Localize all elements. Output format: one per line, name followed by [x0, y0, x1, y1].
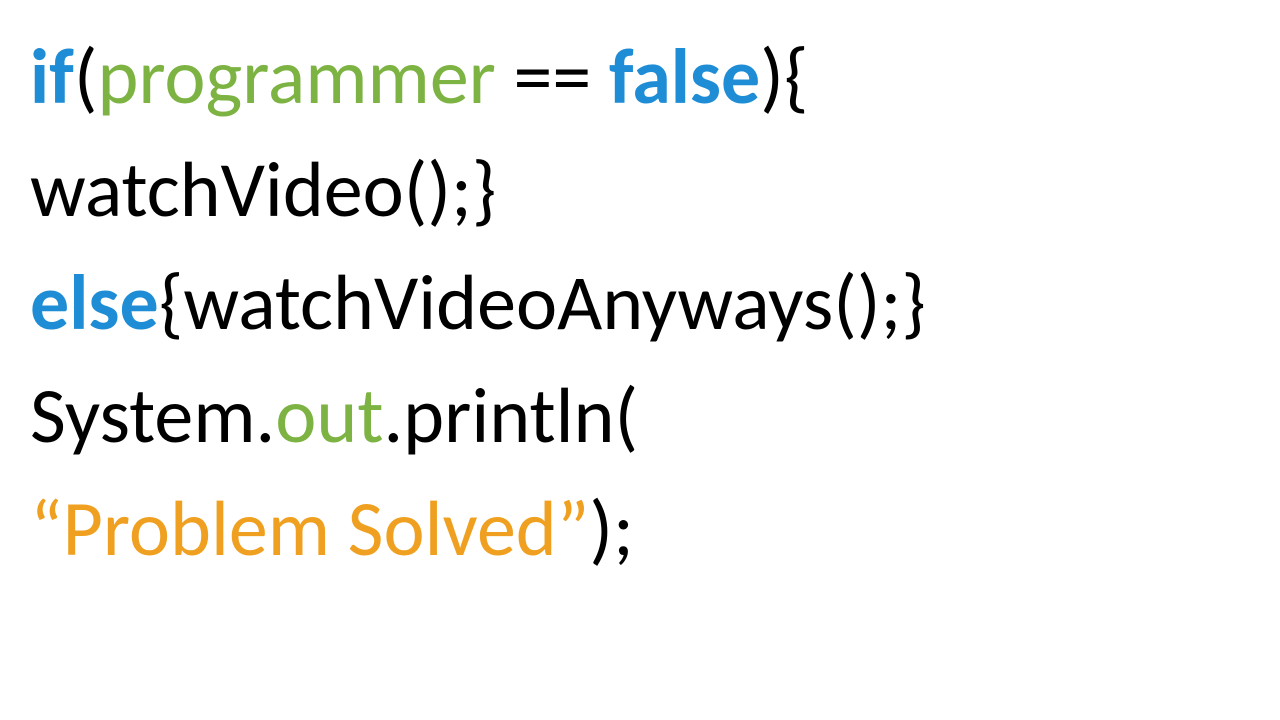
- lbrace: {: [784, 29, 809, 124]
- code-line-4: System.out.println(: [30, 359, 1250, 472]
- else-body: {watchVideoAnyways();}: [159, 255, 926, 350]
- method-println: .println(: [383, 368, 638, 463]
- class-system: System.: [30, 368, 275, 463]
- rparen: ): [760, 29, 784, 124]
- call-watchVideo: watchVideo();: [30, 142, 472, 237]
- identifier-programmer: programmer: [98, 29, 496, 124]
- close-paren-semi: );: [589, 481, 634, 576]
- code-line-2: watchVideo();}: [30, 133, 1250, 246]
- code-line-1: if(programmer == false){: [30, 20, 1250, 133]
- keyword-if: if: [30, 29, 74, 124]
- space: [591, 29, 609, 124]
- rbrace: }: [472, 142, 497, 237]
- code-line-3: else{watchVideoAnyways();}: [30, 246, 1250, 359]
- keyword-false: false: [609, 29, 760, 124]
- operator-eqeq: ==: [513, 29, 591, 124]
- keyword-else: else: [30, 255, 159, 350]
- space: [496, 29, 514, 124]
- code-line-5: “Problem Solved”);: [30, 472, 1250, 585]
- code-snippet: if(programmer == false){ watchVideo();} …: [0, 0, 1280, 605]
- field-out: out: [275, 368, 383, 463]
- lparen: (: [74, 29, 98, 124]
- string-literal: “Problem Solved”: [30, 481, 589, 576]
